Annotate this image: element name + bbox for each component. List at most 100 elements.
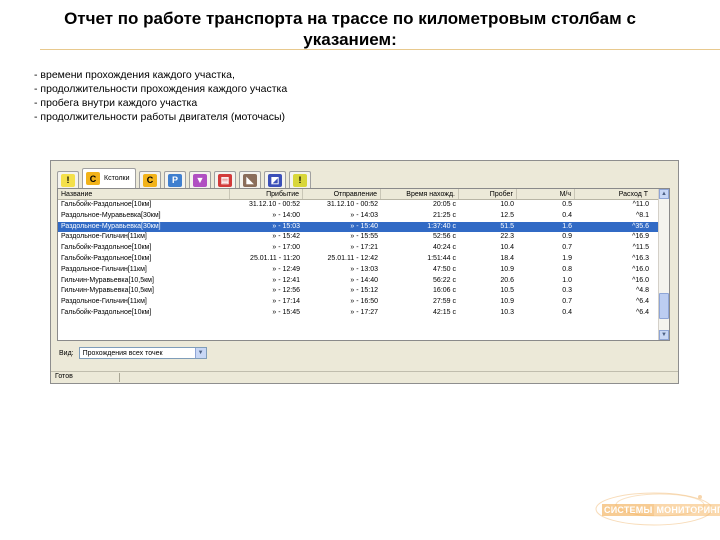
cell-arrival: » - 15:45 bbox=[272, 308, 300, 316]
cell-engine-hours: 0.5 bbox=[562, 201, 572, 208]
cell-arrival: » - 15:03 bbox=[272, 222, 300, 230]
cell-departure: » - 14:03 bbox=[350, 211, 378, 219]
vertical-scrollbar[interactable]: ▲ ▼ bbox=[658, 189, 669, 340]
tab-parking[interactable]: P bbox=[164, 171, 186, 188]
cell-mileage: 20.6 bbox=[500, 276, 514, 284]
cell-duration: 1:37:40 с bbox=[427, 222, 456, 230]
cell-engine-hours: 0.4 bbox=[562, 211, 572, 219]
cell-fuel: ^4.8 bbox=[635, 287, 649, 295]
cell-mileage: 22.3 bbox=[500, 233, 514, 241]
status-text: Готов bbox=[55, 373, 73, 380]
tab-routes[interactable]: C bbox=[139, 171, 161, 188]
cell-departure: » - 13:03 bbox=[350, 265, 378, 273]
cell-name: Гальбойк-Раздольное[10км] bbox=[61, 308, 152, 316]
table-row[interactable]: Раздольное-Гильчин[11км] » - 15:42 » - 15:… bbox=[58, 232, 669, 243]
cell-mileage: 10.5 bbox=[500, 287, 514, 295]
bullet-list: - времени прохождения каждого участка, -… bbox=[34, 68, 287, 124]
cell-fuel: ^8.1 bbox=[635, 211, 649, 219]
column-header-arrival[interactable]: Прибытие bbox=[230, 189, 303, 199]
cell-mileage: 18.4 bbox=[500, 254, 514, 262]
cell-arrival: » - 15:42 bbox=[272, 233, 300, 241]
tab-warnings[interactable]: ! bbox=[57, 171, 79, 188]
cell-fuel: ^16.3 bbox=[632, 254, 649, 262]
cell-engine-hours: 0.3 bbox=[562, 287, 572, 295]
tab-label: Кстолки bbox=[104, 175, 130, 182]
table-row[interactable]: Раздольное-Муравьевка[30км] » - 15:03 » - … bbox=[58, 221, 669, 233]
cell-name: Раздольное-Гильчин[11км] bbox=[61, 298, 147, 306]
view-label: Вид: bbox=[59, 349, 74, 357]
cell-duration: 16:06 с bbox=[433, 287, 456, 295]
cell-duration: 47:50 с bbox=[433, 265, 456, 273]
view-dropdown[interactable]: Прохождения всех точек ▼ bbox=[78, 347, 207, 359]
scroll-up-icon[interactable]: ▲ bbox=[659, 189, 669, 199]
table-row[interactable]: Раздольное-Гильчин[11км] » - 17:14 » - 16:… bbox=[58, 297, 669, 308]
cell-fuel: ^6.4 bbox=[635, 298, 649, 306]
column-header-name[interactable]: Название bbox=[58, 189, 230, 199]
cell-arrival: » - 12:49 bbox=[272, 265, 300, 273]
cell-engine-hours: 0.7 bbox=[562, 244, 572, 252]
cell-name: Гальбойк-Раздольное[10км] bbox=[61, 244, 152, 252]
view-selector-row: Вид: Прохождения всех точек ▼ bbox=[59, 347, 207, 359]
app-window: ! C Кстолки C P ▼ ▤ ◣ ◩ ! Название Прибы… bbox=[50, 160, 679, 384]
scroll-down-icon[interactable]: ▼ bbox=[659, 330, 669, 340]
column-header-mileage[interactable]: Пробег bbox=[459, 189, 517, 199]
scroll-thumb[interactable] bbox=[659, 293, 669, 319]
cell-departure: 31.12.10 - 00:52 bbox=[327, 201, 378, 208]
cell-departure: » - 17:27 bbox=[350, 308, 378, 316]
table-row[interactable]: Раздольное-Муравьевка[30км] » - 14:00 » - … bbox=[58, 211, 669, 222]
cell-fuel: ^16.9 bbox=[632, 233, 649, 241]
cell-fuel: ^11.0 bbox=[632, 201, 649, 208]
cell-departure: 25.01.11 - 12:42 bbox=[327, 254, 378, 262]
tab-chart[interactable]: ◩ bbox=[264, 171, 286, 188]
cell-name: Раздольное-Гильчин[11км] bbox=[61, 265, 147, 273]
cell-fuel: ^11.5 bbox=[632, 244, 649, 252]
table-row[interactable]: Гальбойк-Раздольное[10км] » - 15:45 » - 17… bbox=[58, 308, 669, 319]
cell-engine-hours: 0.7 bbox=[562, 298, 572, 306]
report-panel: ! C Кстолки C P ▼ ▤ ◣ ◩ ! Название Прибы… bbox=[55, 164, 674, 371]
tab-engine[interactable]: ▤ bbox=[214, 171, 236, 188]
tab-fuel[interactable]: ▼ bbox=[189, 171, 211, 188]
table-row[interactable]: Гальбойк-Раздольное[10км] » - 17:00 » - 17… bbox=[58, 243, 669, 254]
cell-fuel: ^35.6 bbox=[632, 222, 649, 230]
table-row[interactable]: Гальбойк-Раздольное[10км] 31.12.10 - 00:5… bbox=[58, 200, 669, 211]
column-header-fuel[interactable]: Расход Т bbox=[575, 189, 659, 199]
c-route-icon: C bbox=[143, 173, 157, 187]
table-row[interactable]: Гильчин-Муравьевка[10,5км] » - 12:41 » - 1… bbox=[58, 276, 669, 287]
c-report-icon: C bbox=[86, 172, 100, 185]
column-header-duration[interactable]: Время нахожд. bbox=[381, 189, 459, 199]
chevron-down-icon[interactable]: ▼ bbox=[194, 348, 206, 358]
engine-icon: ▤ bbox=[218, 173, 232, 187]
table-row[interactable]: Раздольное-Гильчин[11км] » - 12:49 » - 13:… bbox=[58, 265, 669, 276]
cell-duration: 52:56 с bbox=[433, 233, 456, 241]
cell-duration: 20:05 с bbox=[433, 201, 456, 208]
chart-icon: ◩ bbox=[268, 173, 282, 187]
table-row[interactable]: Гальбойк-Раздольное[10км] 25.01.11 - 11:2… bbox=[58, 254, 669, 265]
cell-arrival: » - 12:56 bbox=[272, 287, 300, 295]
cell-name: Раздольное-Муравьевка[30км] bbox=[61, 211, 161, 219]
report-tabbar: ! C Кстолки C P ▼ ▤ ◣ ◩ ! bbox=[57, 168, 314, 188]
cell-mileage: 12.5 bbox=[500, 211, 514, 219]
table-row[interactable]: Гильчин-Муравьевка[10,5км] » - 12:56 » - 1… bbox=[58, 286, 669, 297]
tab-info[interactable]: ! bbox=[289, 171, 311, 188]
cell-mileage: 51.5 bbox=[500, 222, 514, 230]
cell-fuel: ^6.4 bbox=[635, 308, 649, 316]
tab-tools[interactable]: ◣ bbox=[239, 171, 261, 188]
grid-body: Гальбойк-Раздольное[10км] 31.12.10 - 00:5… bbox=[58, 200, 669, 319]
status-divider bbox=[119, 373, 120, 382]
cell-duration: 40:24 с bbox=[433, 244, 456, 252]
column-header-engine-hours[interactable]: М/ч bbox=[517, 189, 575, 199]
monitoring-systems-logo: СИСТЕМЫМОНИТОРИНГА bbox=[590, 475, 720, 535]
cell-engine-hours: 0.8 bbox=[562, 265, 572, 273]
bullet-item: - продолжительности работы двигателя (мо… bbox=[34, 111, 286, 123]
parking-icon: P bbox=[168, 173, 182, 187]
cell-arrival: » - 17:00 bbox=[272, 244, 300, 252]
tab-kilometer-posts[interactable]: C Кстолки bbox=[82, 168, 136, 188]
cell-engine-hours: 0.4 bbox=[562, 308, 572, 316]
column-header-departure[interactable]: Отправление bbox=[303, 189, 381, 199]
cell-departure: » - 14:40 bbox=[350, 276, 378, 284]
cell-arrival: » - 12:41 bbox=[272, 276, 300, 284]
cell-name: Раздольное-Гильчин[11км] bbox=[61, 233, 147, 241]
cell-departure: » - 15:40 bbox=[350, 222, 378, 230]
report-grid: Название Прибытие Отправление Время нахо… bbox=[57, 188, 670, 341]
cell-name: Гильчин-Муравьевка[10,5км] bbox=[61, 276, 154, 284]
